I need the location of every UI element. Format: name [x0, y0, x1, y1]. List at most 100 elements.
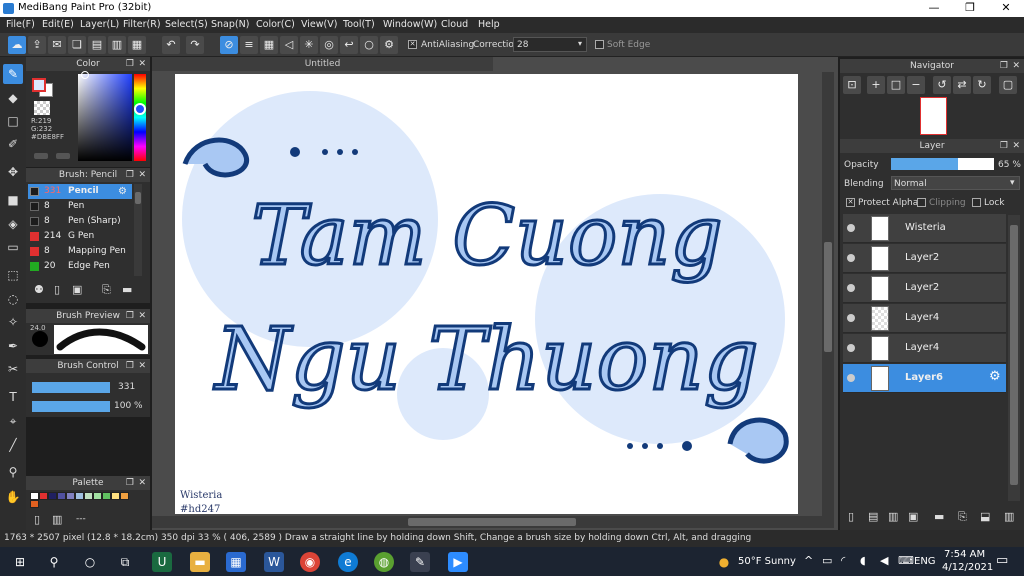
lasso-tool-icon[interactable]: ◌	[3, 289, 23, 309]
blending-select[interactable]: Normal ▾	[891, 176, 1020, 190]
snap-vanish-icon[interactable]: ◁	[280, 36, 298, 54]
operation-tool-icon[interactable]: ⌖	[3, 411, 23, 431]
float-icon[interactable]: ❐	[126, 168, 134, 182]
pages-icon[interactable]: ▥	[108, 36, 126, 54]
eye-icon[interactable]	[847, 314, 855, 322]
close-icon[interactable]: ✕	[138, 309, 146, 323]
language-indicator[interactable]: ENG	[914, 556, 936, 567]
correction-select[interactable]: 28 ▾	[513, 37, 587, 52]
eraser-tool-icon[interactable]: ◆	[3, 88, 23, 108]
new-brush-icon[interactable]: ▯	[54, 283, 60, 296]
add-layer-menu-icon[interactable]: ▣	[908, 510, 918, 523]
palette-swatch[interactable]	[57, 492, 66, 500]
close-button[interactable]: ✕	[988, 0, 1024, 17]
redo-icon[interactable]: ↷	[186, 36, 204, 54]
network-icon[interactable]: ▭	[822, 554, 832, 567]
sv-cursor[interactable]	[81, 71, 89, 79]
canvas-tab[interactable]: Untitled	[152, 57, 493, 71]
foreground-color-swatch[interactable]	[32, 78, 46, 92]
fill-rect-icon[interactable]: ■	[3, 190, 23, 210]
brush-item[interactable]: 331 Pencil ⚙	[28, 184, 132, 199]
brush-item[interactable]: 20 Edge Pen	[28, 259, 132, 274]
snap-parallel-icon[interactable]: ≡	[240, 36, 258, 54]
snap-settings-icon[interactable]: ⚙	[380, 36, 398, 54]
eye-icon[interactable]	[847, 224, 855, 232]
menu-filter[interactable]: Filter(R)	[123, 19, 161, 30]
snap-circle-icon[interactable]: ◎	[320, 36, 338, 54]
zoom-app-icon[interactable]: ▶	[448, 552, 468, 572]
lasso-pen-icon[interactable]: ✐	[3, 134, 23, 154]
brush-menu-icon[interactable]: ▣	[72, 283, 82, 296]
cortana-icon[interactable]: ○	[80, 552, 100, 572]
palette-swatch[interactable]	[30, 500, 39, 508]
palette-swatch[interactable]	[75, 492, 84, 500]
app-u-icon[interactable]: U	[152, 552, 172, 572]
zoom-in-icon[interactable]: +	[867, 76, 885, 94]
move-tool-icon[interactable]: ✥	[3, 162, 23, 182]
menu-file[interactable]: File(F)	[6, 19, 35, 30]
comment-icon[interactable]: ✉	[48, 36, 66, 54]
menu-color[interactable]: Color(C)	[256, 19, 295, 30]
select-tool-icon[interactable]: ⬚	[3, 265, 23, 285]
search-icon[interactable]: ⚲	[44, 552, 64, 572]
close-icon[interactable]: ✕	[138, 57, 146, 71]
brush-copy-icon[interactable]: ⎘	[102, 283, 111, 297]
palette-swatch[interactable]	[66, 492, 75, 500]
hue-slider[interactable]	[134, 74, 146, 161]
upload-icon[interactable]: ⇪	[28, 36, 46, 54]
layer-row[interactable]: Layer2	[843, 274, 1006, 303]
rectangle-tool-icon[interactable]: □	[3, 111, 23, 131]
folder-icon[interactable]: ▬	[934, 510, 944, 523]
chrome-icon[interactable]: ◉	[300, 552, 320, 572]
clipping-checkbox[interactable]	[917, 198, 926, 207]
brush-size-slider[interactable]	[32, 382, 110, 393]
menu-window[interactable]: Window(W)	[383, 19, 437, 30]
transparent-swatch[interactable]	[34, 101, 50, 115]
weather-icon[interactable]: ●	[714, 552, 734, 572]
clock-time[interactable]: 7:54 AM	[944, 549, 985, 560]
float-icon[interactable]: ❐	[126, 309, 134, 323]
page-icon[interactable]: ▤	[88, 36, 106, 54]
hue-handle[interactable]	[134, 103, 146, 115]
brush-opacity-slider[interactable]	[32, 401, 110, 412]
menu-cloud[interactable]: Cloud	[441, 19, 468, 30]
palette-swatch[interactable]	[111, 492, 120, 500]
close-icon[interactable]: ✕	[138, 359, 146, 373]
layer-opacity-slider[interactable]	[891, 158, 994, 170]
close-icon[interactable]: ✕	[138, 168, 146, 182]
app-green-icon[interactable]: ◍	[374, 552, 394, 572]
soft-edge-checkbox[interactable]	[595, 40, 604, 49]
word-icon[interactable]: W	[264, 552, 284, 572]
brush-item[interactable]: 214 G Pen	[28, 229, 132, 244]
navigator-thumbnail[interactable]	[920, 97, 947, 135]
canvas-horizontal-scrollbar[interactable]	[152, 516, 834, 528]
float-icon[interactable]: ❐	[126, 57, 134, 71]
undo-icon[interactable]: ↶	[162, 36, 180, 54]
zoom-fit-icon[interactable]: ⊡	[843, 76, 861, 94]
palette-swatch[interactable]	[84, 492, 93, 500]
merge-layer-icon[interactable]: ⬓	[980, 510, 990, 523]
float-icon[interactable]: ❐	[1000, 139, 1008, 153]
weather-text[interactable]: 50°F Sunny	[738, 556, 796, 567]
eyedropper-tool-icon[interactable]: ⚲	[3, 462, 23, 482]
menu-snap[interactable]: Snap(N)	[211, 19, 249, 30]
close-icon[interactable]: ✕	[1012, 139, 1020, 153]
new-layer-1bit-icon[interactable]: ▥	[888, 510, 898, 523]
zoom-actual-icon[interactable]: □	[887, 76, 905, 94]
menu-select[interactable]: Select(S)	[165, 19, 208, 30]
protect-alpha-checkbox[interactable]: ✕	[846, 198, 855, 207]
gear-icon[interactable]: ⚙	[118, 184, 127, 199]
brush-scrollbar[interactable]	[134, 184, 142, 276]
menu-edit[interactable]: Edit(E)	[42, 19, 74, 30]
swap-color-button[interactable]	[56, 153, 70, 159]
layer-row[interactable]: Layer4	[843, 304, 1006, 333]
store-icon[interactable]: ▦	[226, 552, 246, 572]
keyboard-icon[interactable]: ⌨	[898, 554, 914, 567]
medibang-icon[interactable]: ✎	[410, 552, 430, 572]
add-color-button[interactable]	[34, 153, 48, 159]
file-explorer-icon[interactable]: ▬	[190, 552, 210, 572]
minimize-button[interactable]: —	[916, 0, 952, 17]
layer-scrollbar[interactable]	[1008, 215, 1020, 501]
menu-view[interactable]: View(V)	[301, 19, 337, 30]
layer-row-selected[interactable]: Layer6 ⚙	[843, 364, 1006, 393]
